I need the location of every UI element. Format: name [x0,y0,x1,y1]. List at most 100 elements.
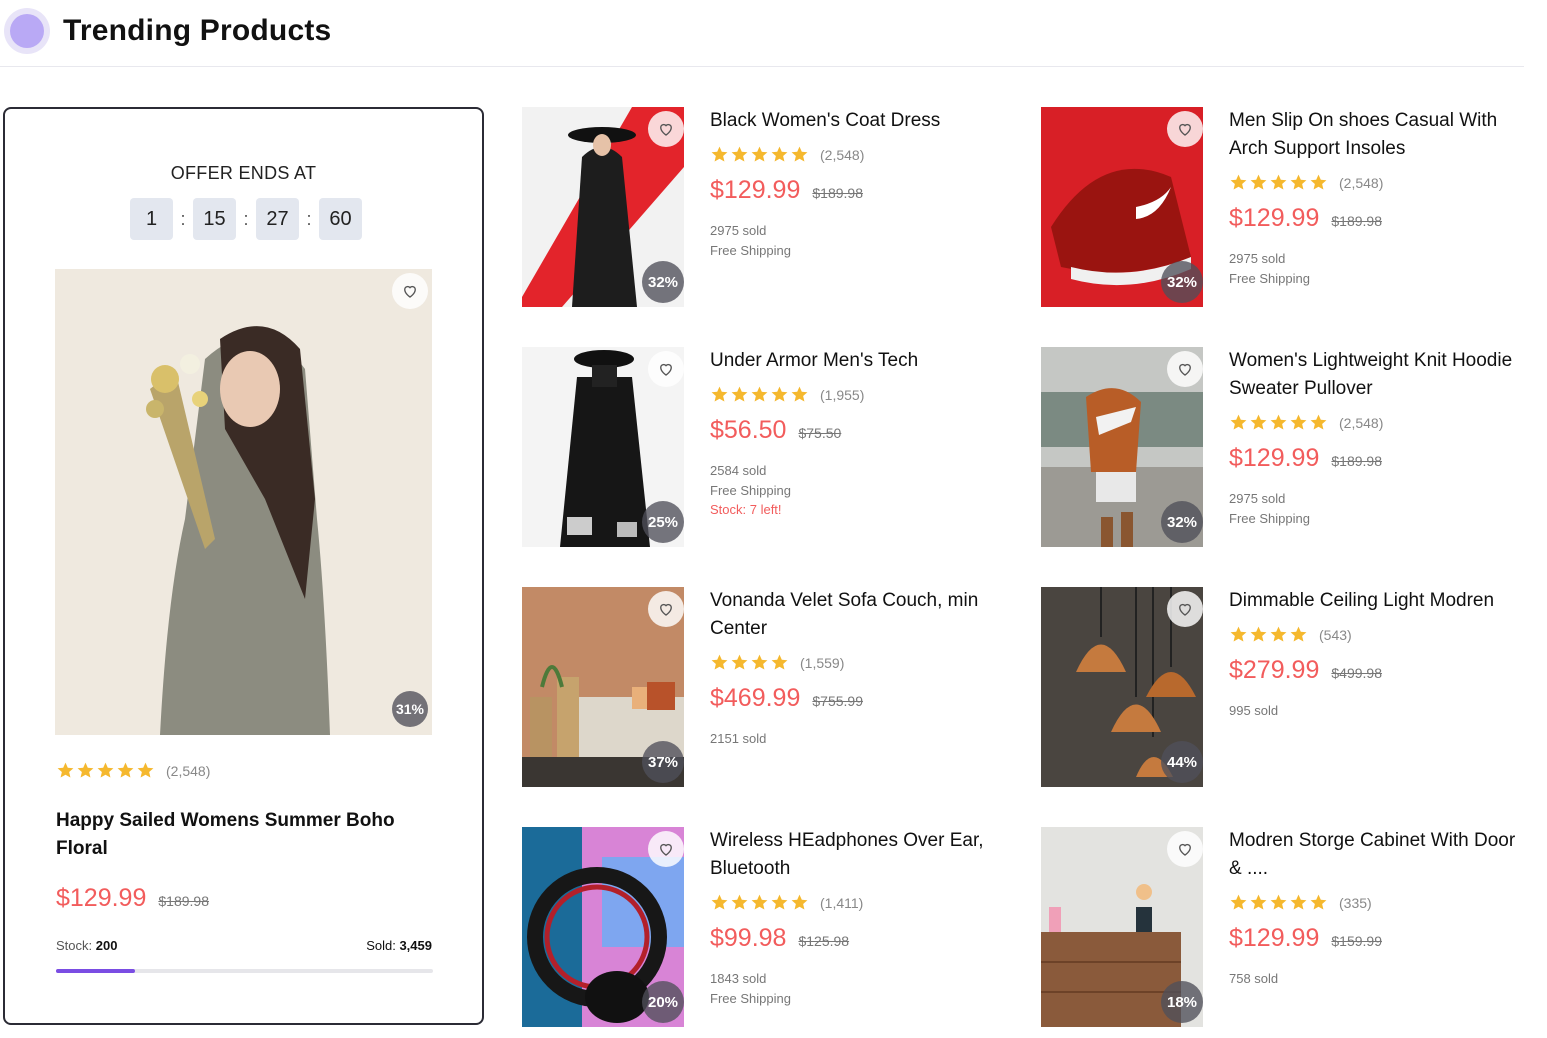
old-price: $499.98 [1331,665,1382,681]
stock-value: 200 [95,938,118,953]
wishlist-heart-icon[interactable] [392,273,428,309]
current-price: $129.99 [56,884,147,912]
product-name[interactable]: Wireless HEadphones Over Ear, Bluetooth [710,827,1010,883]
star-icon [1230,414,1247,430]
wishlist-heart-icon[interactable] [648,831,684,867]
section-indicator-icon [4,8,50,54]
product-card-ceiling-light[interactable]: 44% Dimmable Ceiling Light Modren (543) $27… [1041,587,1541,787]
star-icon [1250,414,1267,430]
product-card-slip-on-shoes[interactable]: 32% Men Slip On shoes Casual With Arch Su… [1041,107,1541,307]
discount-badge: 37% [642,741,684,783]
product-name[interactable]: Dimmable Ceiling Light Modren [1229,587,1529,615]
star-icon [1290,414,1307,430]
star-icon [791,894,808,910]
star-icon [1250,894,1267,910]
discount-badge: 32% [642,261,684,303]
offer-ends-label: OFFER ENDS AT [170,163,317,183]
product-meta-line: Free Shipping [710,990,791,1006]
star-icon [1290,894,1307,910]
wishlist-heart-icon[interactable] [1167,351,1203,387]
star-icon [711,894,728,910]
rating-stars: (2,548) [56,761,210,780]
product-meta-line: Free Shipping [1229,510,1310,526]
review-count: (1,955) [820,386,865,403]
star-icon [731,654,748,670]
product-meta-line: 995 sold [1229,703,1279,718]
old-price: $189.98 [158,893,209,909]
product-meta: 1843 sold Free Shipping [710,969,1010,1008]
product-card-sofa-couch[interactable]: 37% Vonanda Velet Sofa Couch, min Center (… [522,587,1022,787]
old-price: $75.50 [798,425,842,441]
wishlist-heart-icon[interactable] [648,351,684,387]
product-card-headphones[interactable]: 20% Wireless HEadphones Over Ear, Bluetoo… [522,827,1022,1027]
woman-with-flowers-photo [55,269,432,735]
product-meta: 2151 sold [710,729,1010,749]
product-info: Women's Lightweight Knit Hoodie Sweater … [1229,347,1529,528]
star-icon [77,762,94,778]
product-meta: 995 sold [1229,701,1529,721]
price-row: $99.98 $125.98 [710,924,1010,953]
product-meta-line: 2975 sold [710,223,767,238]
current-price: $56.50 [710,416,787,444]
product-meta-line: 2975 sold [1229,251,1286,266]
product-card-knit-hoodie[interactable]: 32% Women's Lightweight Knit Hoodie Sweat… [1041,347,1541,547]
product-info: Dimmable Ceiling Light Modren (543) $279.9… [1229,587,1529,721]
review-count: (543) [1319,626,1352,643]
featured-product-name[interactable]: Happy Sailed Womens Summer Boho Floral [56,807,436,863]
product-name[interactable]: Women's Lightweight Knit Hoodie Sweater … [1229,347,1529,403]
price-row: $469.99 $755.99 [710,684,1010,713]
rating-stars: (1,559) [710,653,1010,672]
rating-stars: (2,548) [710,145,1010,164]
star-icon [751,894,768,910]
product-card-storage-cabinet[interactable]: 18% Modren Storge Cabinet With Door & ...… [1041,827,1541,1027]
star-icon [1270,626,1287,642]
stock-info: Stock: 200 [56,938,118,953]
rating-stars: (2,548) [1229,413,1529,432]
review-count: (2,548) [166,762,211,779]
old-price: $189.98 [812,185,863,201]
product-meta-line: 2975 sold [1229,491,1286,506]
wishlist-heart-icon[interactable] [648,111,684,147]
current-price: $129.99 [1229,924,1320,952]
product-name[interactable]: Modren Storge Cabinet With Door & .... [1229,827,1529,883]
timer-ticks: 60 [319,198,362,240]
old-price: $189.98 [1331,213,1382,229]
sold-info: Sold: 3,459 [366,938,432,953]
product-info: Under Armor Men's Tech (1,955) $56.50 $75.5… [710,347,1010,520]
product-info: Men Slip On shoes Casual With Arch Suppo… [1229,107,1529,288]
star-icon [751,654,768,670]
wishlist-heart-icon[interactable] [1167,591,1203,627]
product-name[interactable]: Men Slip On shoes Casual With Arch Suppo… [1229,107,1529,163]
discount-badge: 32% [1161,501,1203,543]
review-count: (1,411) [820,894,864,911]
rating-stars: (2,548) [1229,173,1529,192]
featured-deal-card[interactable]: OFFER ENDS AT 1 : 15 : 27 : 60 31% (2,54… [3,107,484,1025]
product-card-coat-dress[interactable]: 32% Black Women's Coat Dress (2,548) $129.9… [522,107,1022,307]
price-row: $129.99 $189.98 [1229,444,1529,473]
product-name[interactable]: Black Women's Coat Dress [710,107,1010,135]
product-card-mens-tech[interactable]: 25% Under Armor Men's Tech (1,955) $56.50 $7… [522,347,1022,547]
star-icon [1230,626,1247,642]
star-icon [1290,626,1307,642]
product-info: Black Women's Coat Dress (2,548) $129.99 $1… [710,107,1010,260]
wishlist-heart-icon[interactable] [648,591,684,627]
product-name[interactable]: Vonanda Velet Sofa Couch, min Center [710,587,1010,643]
current-price: $129.99 [1229,444,1320,472]
current-price: $129.99 [710,176,801,204]
review-count: (2,548) [1339,174,1384,191]
price-row: $56.50 $75.50 [710,416,1010,445]
product-meta-line: 1843 sold [710,971,767,986]
review-count: (2,548) [1339,414,1384,431]
star-icon [711,654,728,670]
star-icon [751,146,768,162]
product-meta-line: Free Shipping [1229,270,1310,286]
discount-badge: 25% [642,501,684,543]
old-price: $189.98 [1331,453,1382,469]
wishlist-heart-icon[interactable] [1167,831,1203,867]
featured-product-image[interactable]: 31% [55,269,432,735]
featured-price-row: $129.99 $189.98 [56,884,209,913]
product-name[interactable]: Under Armor Men's Tech [710,347,1010,375]
wishlist-heart-icon[interactable] [1167,111,1203,147]
current-price: $129.99 [1229,204,1320,232]
star-icon [1310,174,1327,190]
